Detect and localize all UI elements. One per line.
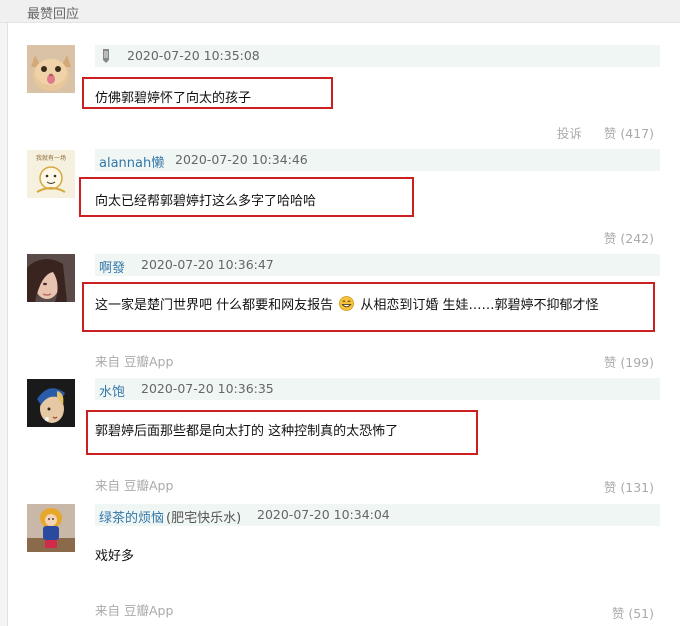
cartoon-avatar-icon[interactable]: 我就有一场	[27, 150, 75, 198]
like-button[interactable]: 赞 (131)	[604, 480, 654, 495]
section-header: 最赞回应	[0, 0, 680, 23]
like-button[interactable]: 赞 (51)	[612, 606, 654, 621]
left-frame-border	[0, 0, 8, 626]
like-button[interactable]: 赞 (242)	[604, 231, 654, 246]
highlight-box	[79, 177, 414, 217]
author-link[interactable]: 绿茶的烦恼	[99, 507, 164, 526]
comment-actions: 赞 (199)	[604, 352, 654, 371]
comment-text: 戏好多	[95, 549, 135, 564]
comment-timestamp: 2020-07-20 10:36:47	[141, 257, 274, 272]
comment-meta-bar: 2020-07-20 10:35:08	[95, 45, 660, 67]
cat-avatar-icon[interactable]	[27, 45, 75, 93]
comment-actions: 赞 (51)	[612, 603, 654, 622]
comment-meta-bar: 绿茶的烦恼 (肥宅快乐水) 2020-07-20 10:34:04	[95, 504, 660, 526]
author-link[interactable]: alannah懒	[99, 152, 164, 171]
comment-source: 来自 豆瓣App	[95, 478, 174, 493]
comment-timestamp: 2020-07-20 10:36:35	[141, 381, 274, 396]
comment-timestamp: 2020-07-20 10:34:46	[175, 152, 308, 167]
comment-source: 来自 豆瓣App	[95, 354, 174, 369]
section-title: 最赞回应	[27, 7, 80, 22]
report-button[interactable]: 投诉	[557, 126, 582, 141]
portrait-avatar-icon[interactable]	[27, 254, 75, 302]
comment-timestamp: 2020-07-20 10:35:08	[127, 48, 260, 63]
comment-actions: 投诉 赞 (417)	[557, 123, 654, 142]
highlight-box	[82, 77, 333, 109]
comment-actions: 赞 (242)	[604, 228, 654, 247]
comment-meta-bar: 水饱 2020-07-20 10:36:35	[95, 378, 660, 400]
highlight-box	[86, 410, 478, 455]
author-link[interactable]: 啊發	[99, 257, 125, 276]
comment-source: 来自 豆瓣App	[95, 603, 174, 618]
comment-meta-bar: alannah懒 2020-07-20 10:34:46	[95, 149, 660, 171]
author-link[interactable]: 水饱	[99, 381, 125, 400]
pearl-earring-avatar-icon[interactable]	[27, 379, 75, 427]
doll-avatar-icon[interactable]	[27, 504, 75, 552]
avatar-text: 我就有一场	[36, 154, 66, 162]
pen-icon	[103, 49, 109, 63]
like-button[interactable]: 赞 (417)	[604, 126, 654, 141]
comment-meta-bar: 啊發 2020-07-20 10:36:47	[95, 254, 660, 276]
comment-actions: 赞 (131)	[604, 477, 654, 496]
like-button[interactable]: 赞 (199)	[604, 355, 654, 370]
highlight-box	[82, 282, 655, 332]
comment-timestamp: 2020-07-20 10:34:04	[257, 507, 390, 522]
author-note: (肥宅快乐水)	[166, 511, 242, 526]
